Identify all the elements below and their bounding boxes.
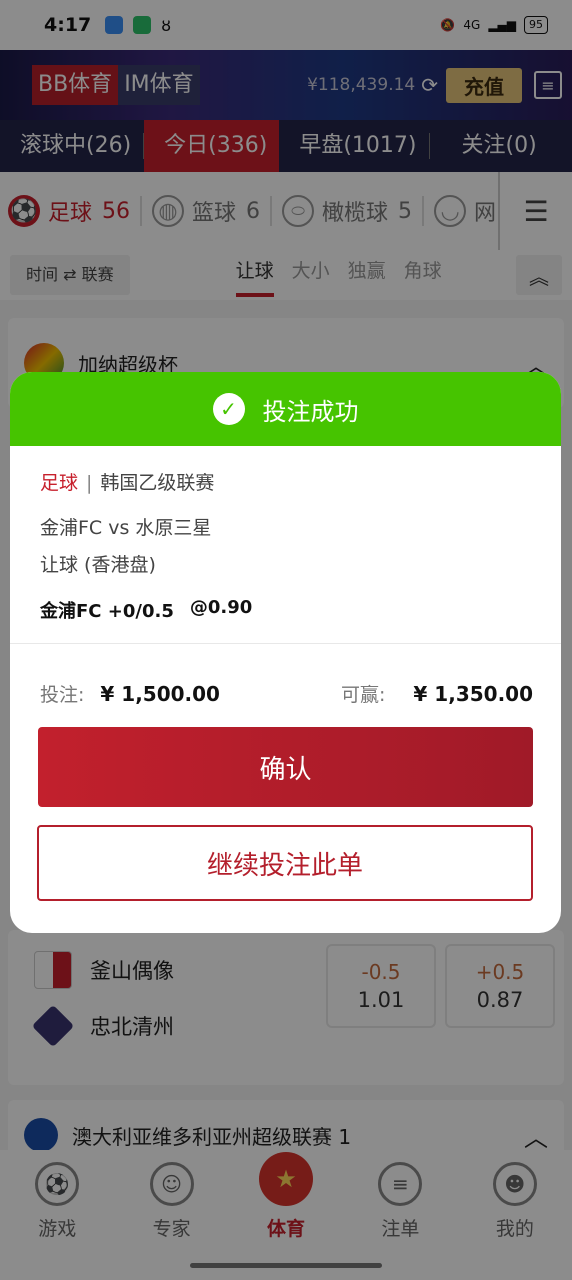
- dialog-title: 投注成功: [262, 397, 359, 426]
- stake-amount: ¥ 1,500.00: [100, 681, 220, 706]
- dialog-header: ✓ 投注成功: [10, 372, 561, 446]
- divider: [10, 643, 561, 644]
- bet-success-dialog: ✓ 投注成功 足球 | 韩国乙级联赛 金浦FC vs 水原三星 让球 (香港盘) 金…: [10, 372, 561, 933]
- bet-details: 足球 | 韩国乙级联赛 金浦FC vs 水原三星 让球 (香港盘) 金浦FC +0/…: [10, 446, 561, 623]
- stake-label: 投注:: [40, 684, 85, 706]
- bet-match: 金浦FC vs 水原三星: [40, 517, 212, 539]
- win-amount: ¥ 1,350.00: [413, 681, 533, 706]
- continue-betting-button[interactable]: 继续投注此单: [37, 825, 533, 901]
- bet-sport: 足球: [40, 472, 79, 494]
- separator: |: [86, 472, 93, 494]
- bet-market: 让球 (香港盘): [40, 554, 156, 576]
- bet-odds: @0.90: [189, 597, 253, 618]
- check-icon: ✓: [212, 393, 245, 425]
- amount-row: 投注: ¥ 1,500.00 可赢: ¥ 1,350.00: [10, 680, 561, 707]
- bet-pick: 金浦FC +0/0.5: [40, 601, 174, 622]
- win-label: 可赢:: [341, 684, 386, 706]
- confirm-button[interactable]: 确认: [38, 727, 533, 807]
- bet-selection: 金浦FC +0/0.5 @0.90: [40, 597, 531, 623]
- bet-league: 韩国乙级联赛: [100, 472, 215, 494]
